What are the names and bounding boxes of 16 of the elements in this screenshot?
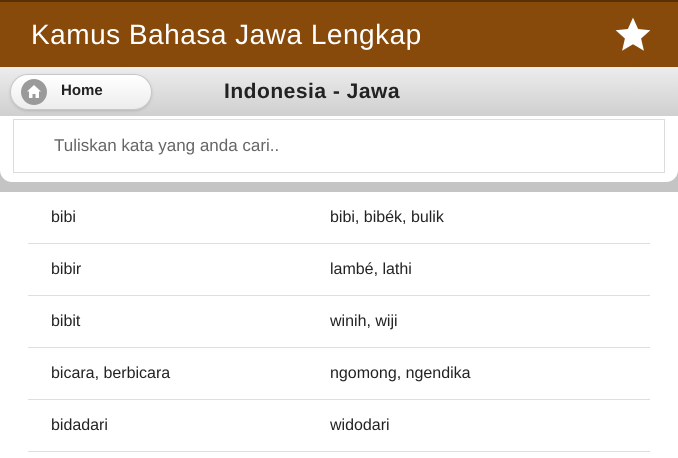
app-title: Kamus Bahasa Jawa Lengkap [31, 18, 422, 52]
translation-cell-text: lambé, lathi [330, 260, 412, 280]
translation-cell-text: bibi, bibék, bulik [330, 208, 444, 228]
translation-cell-text: winih, wiji [330, 312, 398, 332]
translation-cell-text: widodari [330, 416, 390, 436]
page-title: Indonesia - Jawa [224, 78, 400, 105]
search-field[interactable]: Tuliskan kata yang anda cari.. [13, 119, 665, 173]
word-cell-text: bidadari [50, 416, 109, 436]
word-cell-text: bibir [50, 260, 82, 280]
star-icon[interactable] [613, 16, 653, 54]
home-button[interactable]: Home [10, 74, 152, 110]
word-cell-text: bibi [50, 208, 77, 228]
word-cell-text: bibit [50, 312, 82, 332]
word-cell-text: bicara, berbicara [50, 364, 172, 384]
translation-cell-text: ngomong, ngendika [330, 364, 471, 384]
home-icon [21, 78, 47, 104]
